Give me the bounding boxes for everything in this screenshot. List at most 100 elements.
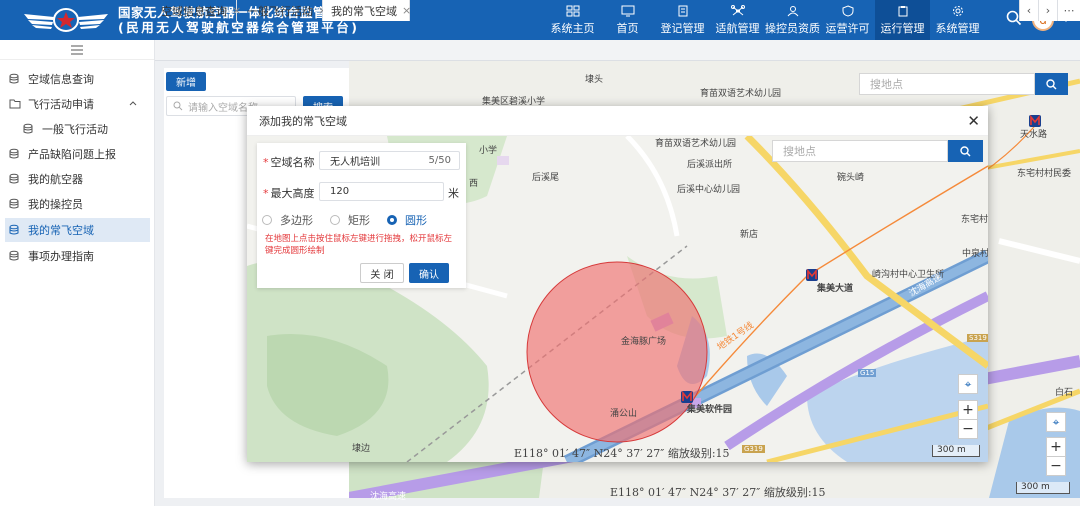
bg-map-search-input[interactable]: 搜地点 — [859, 73, 1035, 95]
modal-locate-button[interactable]: ⌖ — [958, 374, 978, 394]
map-label: 天水路 — [1020, 130, 1048, 140]
max-height-input[interactable]: 120 — [319, 182, 444, 201]
map-label: 集美软件园 — [687, 405, 733, 415]
drone-icon — [730, 4, 745, 15]
chevron-up-icon — [129, 101, 137, 106]
sidebar-item-label: 事项办理指南 — [28, 250, 94, 263]
map-label: 育苗双语艺术幼儿园 — [655, 139, 737, 149]
confirm-button[interactable]: 确认 — [409, 263, 449, 283]
nav-airworthiness[interactable]: 适航管理 — [710, 0, 765, 40]
map-label: 东宅村 — [961, 215, 988, 225]
nav-label: 首页 — [616, 21, 639, 35]
nav-system-home[interactable]: 系统主页 — [545, 0, 600, 40]
map-label: 碗头崎 — [837, 173, 865, 183]
airspace-name-input[interactable]: 无人机培训 5/50 — [319, 151, 460, 170]
tab-label: 一般飞行活动 — [247, 4, 313, 18]
database-icon — [9, 198, 19, 209]
sidebar-item-flight-application[interactable]: 飞行活动申请 — [5, 92, 150, 116]
nav-system-management[interactable]: 系统管理 — [930, 0, 985, 40]
top-nav: 系统主页 首页 登记管理 适航管理 操控员资质 运营许可 运行管理 系统管理 — [545, 0, 985, 40]
map-label: 白石 — [1055, 388, 1074, 398]
menu-toggle[interactable] — [0, 40, 154, 60]
map-label: 金海豚广场 — [621, 337, 667, 347]
map-label: 西 — [469, 179, 479, 189]
road-shield: S319 — [967, 334, 988, 342]
hamburger-icon — [71, 45, 83, 54]
person-badge-icon — [787, 5, 798, 16]
sidebar-item-my-operators[interactable]: 我的操控员 — [5, 192, 150, 216]
sidebar-item-defect-report[interactable]: 产品缺陷问题上报 — [5, 142, 150, 166]
modal-title: 添加我的常飞空域 — [259, 114, 347, 128]
radio-dot — [387, 215, 397, 225]
label-text: 空域名称 — [270, 156, 315, 169]
map-label: 后溪中心幼儿园 — [677, 185, 741, 195]
tab-my-frequent-airspace[interactable]: 我的常飞空域 × — [323, 0, 411, 21]
modal-header: 添加我的常飞空域 ✕ — [247, 106, 988, 136]
close-icon[interactable]: × — [402, 4, 411, 17]
sidebar-item-airspace-query[interactable]: 空域信息查询 — [5, 67, 150, 91]
modal-map-search-button[interactable] — [948, 140, 983, 162]
close-button[interactable]: 关 闭 — [360, 263, 404, 283]
shape-radio-polygon[interactable]: 多边形 — [262, 212, 313, 228]
radio-label: 矩形 — [348, 214, 370, 227]
sidebar-item-label: 空域信息查询 — [28, 73, 94, 86]
nav-operation-management[interactable]: 运行管理 — [875, 0, 930, 40]
caac-wings-logo-icon — [24, 8, 108, 32]
modal-scale-bar: 300 m — [932, 445, 980, 457]
database-icon — [23, 123, 33, 134]
map-label: 东宅村村民委 — [1017, 169, 1072, 179]
modal-coordinate-readout: E118° 01′ 47″ N24° 37′ 27″ 缩放级别:15 — [514, 447, 730, 460]
modal-map-search-input[interactable]: 搜地点 — [772, 140, 948, 162]
sidebar-item-my-frequent-airspace[interactable]: 我的常飞空域 — [5, 218, 150, 242]
modal-zoom-out-button[interactable]: − — [958, 419, 978, 439]
airspace-name-label: * 空域名称 — [263, 156, 315, 169]
bg-locate-button[interactable]: ⌖ — [1046, 412, 1066, 432]
bg-coordinate-readout: E118° 01′ 47″ N24° 37′ 27″ 缩放级别:15 — [610, 486, 826, 499]
add-button[interactable]: 新增 — [166, 72, 206, 91]
radio-dot — [330, 215, 340, 225]
bg-zoom-in-button[interactable]: + — [1046, 437, 1066, 457]
sidebar-item-general-flight[interactable]: 一般飞行活动 — [5, 117, 150, 141]
modal-zoom-in-button[interactable]: + — [958, 400, 978, 420]
bg-map-search-button[interactable] — [1035, 73, 1068, 95]
more-dots-icon: ⋯ — [1063, 4, 1075, 17]
nav-operation-permit[interactable]: 运营许可 — [820, 0, 875, 40]
shape-radio-circle[interactable]: 圆形 — [387, 212, 427, 228]
tab-more-button[interactable]: ⋯ — [1057, 0, 1080, 21]
sidebar-item-label: 我的常飞空域 — [28, 224, 94, 237]
char-count: 5/50 — [428, 155, 451, 166]
input-value: 120 — [330, 186, 350, 197]
radio-label: 多边形 — [280, 214, 313, 227]
clipboard-icon — [898, 5, 907, 16]
settings-icon — [952, 5, 963, 16]
tab-label: 我的常飞空域 — [331, 4, 397, 18]
map-label: 后溪尾 — [532, 173, 560, 183]
close-icon[interactable]: ✕ — [967, 112, 980, 130]
metro-station-icon — [1029, 115, 1041, 127]
nav-operator-qualification[interactable]: 操控员资质 — [765, 0, 820, 40]
sidebar-item-guide[interactable]: 事项办理指南 — [5, 244, 150, 268]
road-shield: G319 — [742, 445, 765, 453]
sidebar-item-label: 飞行活动申请 — [28, 98, 94, 111]
nav-label: 操控员资质 — [765, 21, 820, 35]
sidebar-item-my-aircraft[interactable]: 我的航空器 — [5, 167, 150, 191]
shape-radio-rectangle[interactable]: 矩形 — [330, 212, 370, 228]
road-shield: G15 — [858, 369, 877, 377]
height-unit: 米 — [448, 187, 459, 200]
tab-general-flight[interactable]: 一般飞行活动× — [237, 0, 327, 21]
map-label: 沈海高速 — [370, 492, 407, 502]
metro-station-icon — [681, 391, 693, 403]
tab-label: 空域信息查询 — [161, 4, 227, 18]
tab-next-button[interactable]: › — [1038, 0, 1057, 21]
bg-zoom-out-button[interactable]: − — [1046, 456, 1066, 476]
nav-label: 系统主页 — [550, 21, 595, 35]
tab-prev-button[interactable]: ‹ — [1019, 0, 1038, 21]
nav-registration[interactable]: 登记管理 — [655, 0, 710, 40]
map-label: 涌公山 — [610, 409, 638, 419]
chevron-right-icon: › — [1045, 4, 1051, 17]
nav-label: 系统管理 — [935, 21, 980, 35]
nav-home[interactable]: 首页 — [600, 0, 655, 40]
max-height-label: * 最大高度 — [263, 187, 315, 200]
tab-airspace-query[interactable]: 空域信息查询 × — [155, 0, 241, 21]
map-label: 新店 — [740, 230, 759, 240]
